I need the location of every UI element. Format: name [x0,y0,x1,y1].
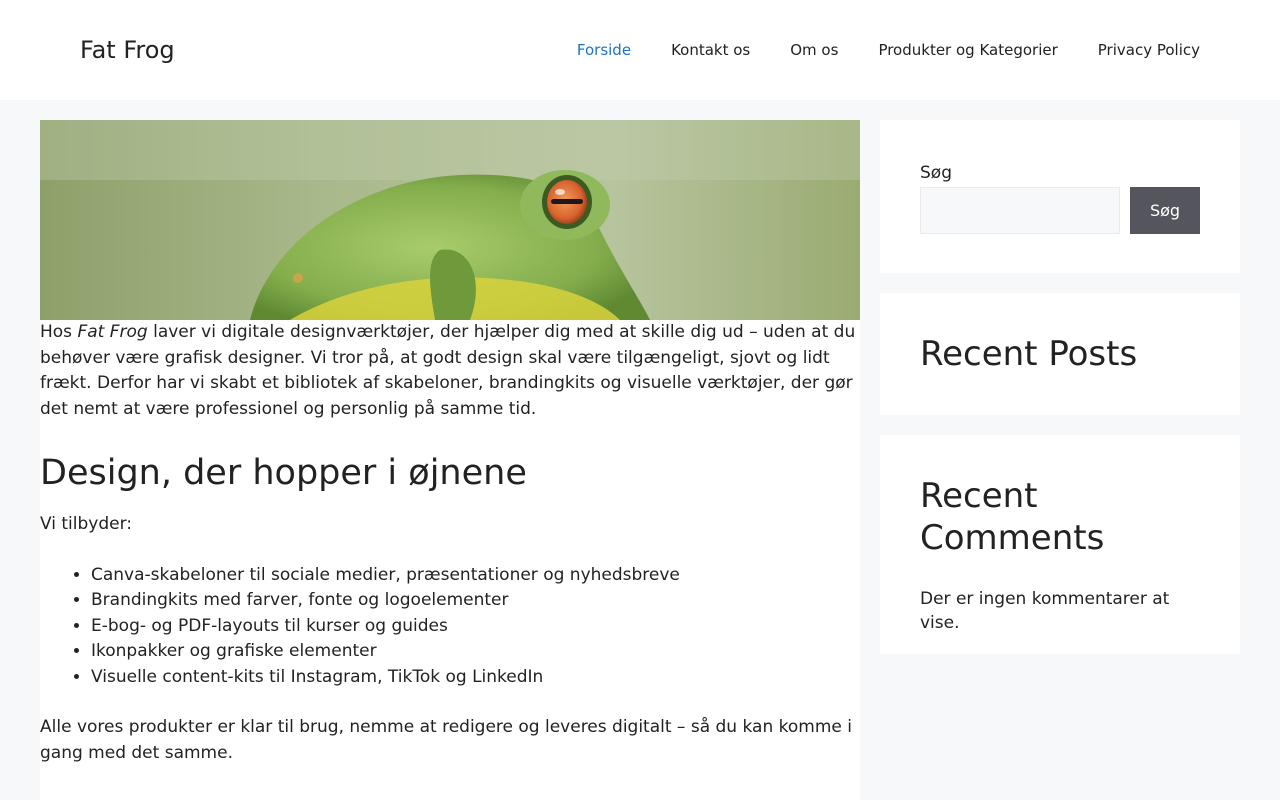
recent-posts-widget: Recent Posts [880,293,1240,415]
site-header: Fat Frog Forside Kontakt os Om os Produk… [0,0,1280,100]
nav-item-forside: Forside [577,40,631,60]
search-label: Søg [920,163,952,183]
search-widget: Søg Søg [880,120,1240,273]
intro-text: laver vi digitale designværktøjer, der h… [40,322,856,419]
list-item: Ikonpakker og grafiske elementer [91,639,860,665]
article-body: Hos Fat Frog laver vi digitale designvær… [40,320,860,800]
list-item: E-bog- og PDF-layouts til kurser og guid… [91,614,860,640]
nav-link-produkter[interactable]: Produkter og Kategorier [878,41,1057,59]
recent-posts-title: Recent Posts [920,334,1138,374]
recent-comments-widget: Recent Comments Der er ingen kommentarer… [880,435,1240,654]
nav-item-produkter: Produkter og Kategorier [878,40,1057,60]
search-row: Søg [920,187,1200,234]
section-heading: Design, der hopper i øjnene [40,453,527,493]
cut-off-heading: ​ [40,788,860,800]
intro-brand: Fat Frog [77,322,148,342]
list-item: Canva-skabeloner til sociale medier, præ… [91,563,860,589]
nav-link-kontakt[interactable]: Kontakt os [671,41,750,59]
intro-prefix: Hos [40,322,78,342]
intro-paragraph: Hos Fat Frog laver vi digitale designvær… [40,320,860,422]
offer-list: Canva-skabeloner til sociale medier, præ… [91,563,860,691]
no-comments-text: Der er ingen kommentarer at vise. [920,589,1170,633]
recent-comments-title: Recent Comments [920,476,1105,558]
search-input[interactable] [920,187,1120,234]
list-item: Visuelle content-kits til Instagram, Tik… [91,665,860,691]
nav-item-kontakt: Kontakt os [671,40,750,60]
site-title[interactable]: Fat Frog [80,34,175,66]
list-item: Brandingkits med farver, fonte og logoel… [91,588,860,614]
main-content: Hos Fat Frog laver vi digitale designvær… [40,120,860,800]
offer-lead: Vi tilbyder: [40,514,133,534]
search-button[interactable]: Søg [1130,187,1200,234]
main-navigation: Forside Kontakt os Om os Produkter og Ka… [537,0,1200,100]
nav-link-forside[interactable]: Forside [577,41,631,59]
nav-item-om-os: Om os [790,40,838,60]
nav-link-om-os[interactable]: Om os [790,41,838,59]
nav-link-privacy[interactable]: Privacy Policy [1098,41,1200,59]
closing-paragraph: Alle vores produkter er klar til brug, n… [40,717,852,763]
nav-item-privacy: Privacy Policy [1098,40,1200,60]
hero-frog-image [40,120,860,320]
